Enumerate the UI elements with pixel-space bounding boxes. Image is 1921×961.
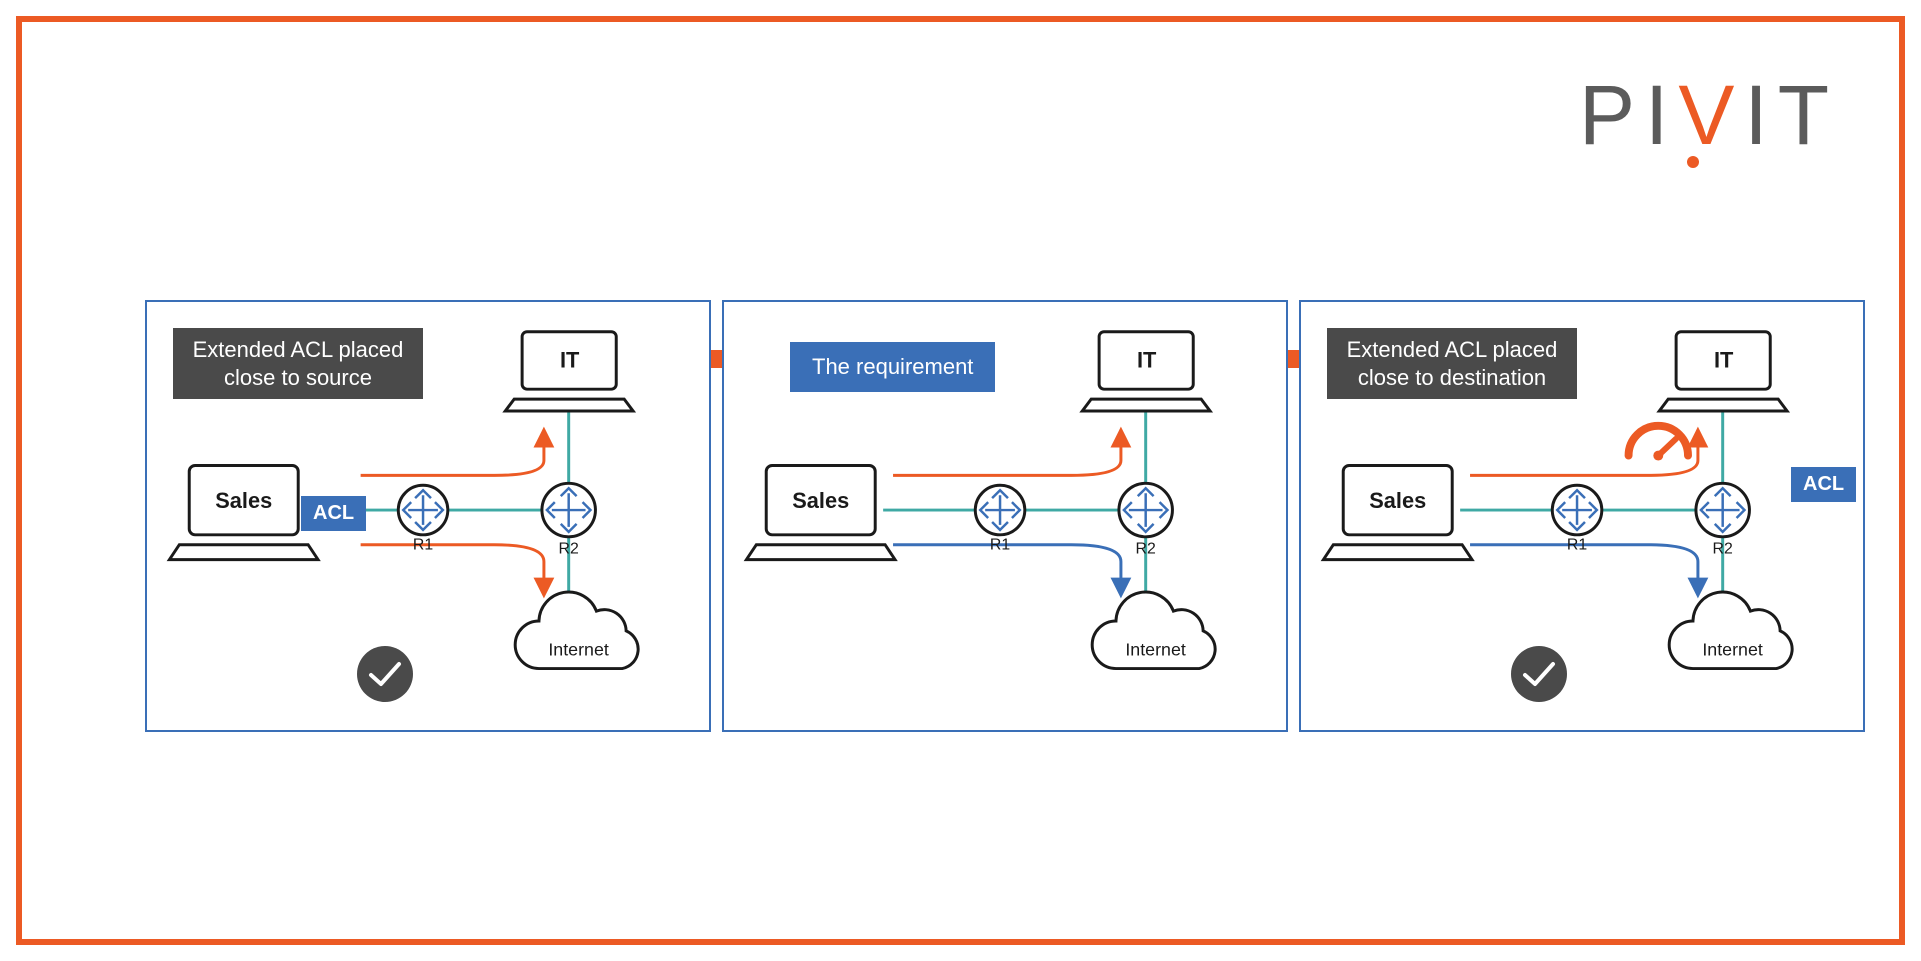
panel-c-diagram: Sales IT R1 xyxy=(1301,302,1863,730)
it-label: IT xyxy=(560,347,580,372)
sales-label: Sales xyxy=(215,488,272,513)
it-laptop-icon: IT xyxy=(1082,332,1210,411)
sales-label: Sales xyxy=(792,488,849,513)
check-icon xyxy=(1511,646,1567,702)
sales-laptop-icon: Sales xyxy=(1323,465,1472,559)
logo-letter-i: I xyxy=(1645,68,1678,162)
logo-dot-icon xyxy=(1687,156,1699,168)
internet-label: Internet xyxy=(1702,640,1763,660)
panel-destination-acl: Extended ACL placed close to destination xyxy=(1299,300,1865,732)
r2-label: R2 xyxy=(1713,541,1733,558)
router-r2-icon: R2 xyxy=(542,483,596,557)
speedometer-icon xyxy=(1629,426,1688,461)
panel-source-acl: Extended ACL placed close to source Sale… xyxy=(145,300,711,732)
check-icon xyxy=(357,646,413,702)
sales-label: Sales xyxy=(1369,488,1426,513)
r1-label: R1 xyxy=(990,537,1010,554)
sales-laptop-icon: Sales xyxy=(169,465,318,559)
internet-label: Internet xyxy=(548,640,609,660)
panel-requirement: The requirement Sales xyxy=(722,300,1288,732)
logo-letter-i2: I xyxy=(1744,68,1777,162)
panel-a-diagram: Sales IT R1 xyxy=(147,302,709,730)
internet-label: Internet xyxy=(1125,640,1186,660)
logo-letter-p: P xyxy=(1579,68,1645,162)
r1-label: R1 xyxy=(1567,537,1587,554)
r2-label: R2 xyxy=(1136,541,1156,558)
it-laptop-icon: IT xyxy=(505,332,633,411)
logo-letter-t: T xyxy=(1778,68,1839,162)
outer-frame: PIVIT Extended ACL placed close to sourc… xyxy=(16,16,1905,945)
logo-letter-v: V xyxy=(1678,68,1744,162)
acl-tag: ACL xyxy=(301,496,366,531)
internet-cloud-icon: Internet xyxy=(1092,592,1215,669)
it-label: IT xyxy=(1714,347,1734,372)
router-r2-icon: R2 xyxy=(1119,483,1173,557)
brand-logo: PIVIT xyxy=(1579,67,1839,164)
panel-b-diagram: Sales IT R1 xyxy=(724,302,1286,730)
r1-label: R1 xyxy=(413,537,433,554)
sales-laptop-icon: Sales xyxy=(746,465,895,559)
internet-cloud-icon: Internet xyxy=(515,592,638,669)
router-r2-icon: R2 xyxy=(1696,483,1750,557)
it-laptop-icon: IT xyxy=(1659,332,1787,411)
r2-label: R2 xyxy=(559,541,579,558)
internet-cloud-icon: Internet xyxy=(1669,592,1792,669)
acl-tag: ACL xyxy=(1791,467,1856,502)
it-label: IT xyxy=(1137,347,1157,372)
